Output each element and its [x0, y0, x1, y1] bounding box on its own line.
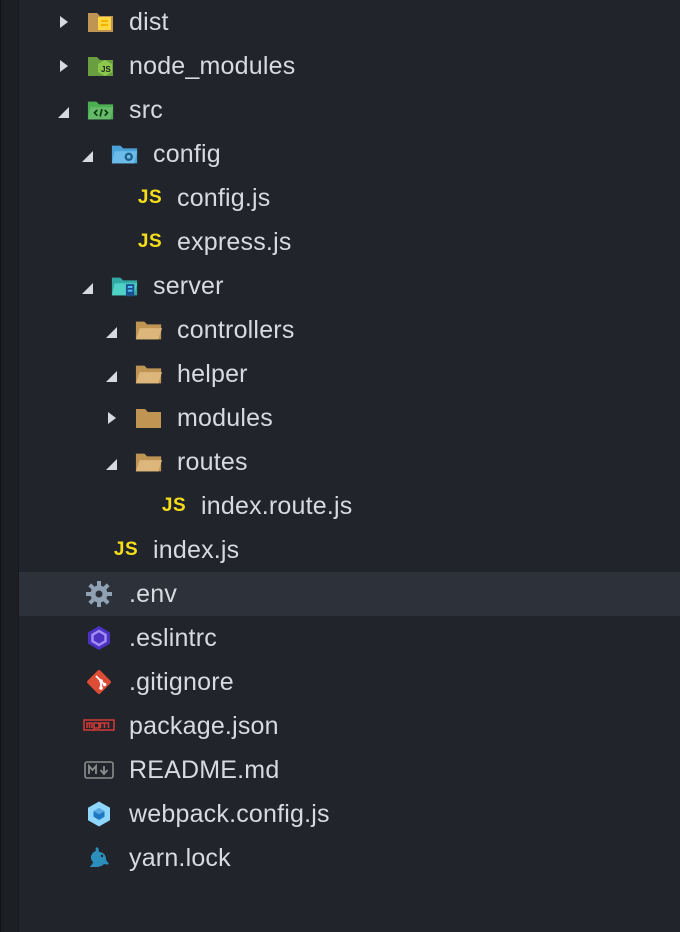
tree-item-label: config — [153, 140, 221, 168]
config-folder-icon — [111, 140, 139, 168]
server-folder-icon — [111, 272, 139, 300]
tree-item-express-js[interactable]: JS express.js — [19, 220, 680, 264]
markdown-icon — [83, 756, 115, 784]
tree-item-label: webpack.config.js — [129, 800, 330, 828]
tree-item-label: express.js — [177, 228, 292, 256]
tree-item-label: controllers — [177, 316, 295, 344]
tree-item-label: server — [153, 272, 224, 300]
tree-item-label: helper — [177, 360, 248, 388]
file-tree: dist JS node_modules src config JS confi… — [19, 0, 680, 880]
js-file-icon: JS — [137, 187, 163, 208]
npm-icon — [83, 712, 115, 740]
js-file-icon: JS — [161, 495, 187, 516]
tree-item-gitignore[interactable]: .gitignore — [19, 660, 680, 704]
folder-open-icon — [135, 316, 163, 344]
tree-item-label: .gitignore — [129, 668, 234, 696]
js-file-icon: JS — [113, 539, 139, 560]
collapse-arrow-icon[interactable] — [79, 264, 97, 308]
tree-item-env[interactable]: .env — [19, 572, 680, 616]
tree-item-label: node_modules — [129, 52, 296, 80]
tree-item-dist[interactable]: dist — [19, 0, 680, 44]
webpack-icon — [85, 800, 113, 828]
file-explorer: dist JS node_modules src config JS confi… — [0, 0, 680, 932]
activity-bar-edge — [1, 0, 19, 932]
tree-item-readme-md[interactable]: README.md — [19, 748, 680, 792]
tree-item-config-js[interactable]: JS config.js — [19, 176, 680, 220]
tree-item-label: package.json — [129, 712, 279, 740]
tree-item-label: modules — [177, 404, 273, 432]
tree-item-index-route-js[interactable]: JS index.route.js — [19, 484, 680, 528]
tree-item-controllers[interactable]: controllers — [19, 308, 680, 352]
tree-item-label: yarn.lock — [129, 844, 231, 872]
folder-icon — [135, 404, 163, 432]
yarn-icon — [85, 844, 113, 872]
collapse-arrow-icon[interactable] — [103, 308, 121, 352]
tree-item-label: .env — [129, 580, 178, 608]
tree-item-modules[interactable]: modules — [19, 396, 680, 440]
tree-item-node-modules[interactable]: JS node_modules — [19, 44, 680, 88]
tree-item-helper[interactable]: helper — [19, 352, 680, 396]
collapse-arrow-icon[interactable] — [79, 132, 97, 176]
tree-item-server[interactable]: server — [19, 264, 680, 308]
tree-item-label: dist — [129, 8, 169, 36]
tree-item-label: .eslintrc — [129, 624, 217, 652]
tree-item-label: index.js — [153, 536, 240, 564]
gear-icon — [85, 580, 113, 608]
folder-open-icon — [135, 448, 163, 476]
tree-item-config[interactable]: config — [19, 132, 680, 176]
collapse-arrow-icon[interactable] — [103, 352, 121, 396]
tree-item-label: config.js — [177, 184, 271, 212]
expand-arrow-icon[interactable] — [55, 0, 73, 44]
dist-folder-icon — [87, 8, 115, 36]
collapse-arrow-icon[interactable] — [55, 88, 73, 132]
expand-arrow-icon[interactable] — [55, 44, 73, 88]
tree-item-eslintrc[interactable]: .eslintrc — [19, 616, 680, 660]
tree-item-routes[interactable]: routes — [19, 440, 680, 484]
collapse-arrow-icon[interactable] — [103, 440, 121, 484]
tree-item-label: routes — [177, 448, 248, 476]
tree-item-label: index.route.js — [201, 492, 353, 520]
folder-open-icon — [135, 360, 163, 388]
js-file-icon: JS — [137, 231, 163, 252]
tree-item-label: README.md — [129, 756, 280, 784]
tree-item-webpack-config-js[interactable]: webpack.config.js — [19, 792, 680, 836]
tree-item-src[interactable]: src — [19, 88, 680, 132]
tree-item-label: src — [129, 96, 163, 124]
expand-arrow-icon[interactable] — [103, 396, 121, 440]
tree-item-package-json[interactable]: package.json — [19, 704, 680, 748]
node-modules-folder-icon: JS — [87, 52, 115, 80]
tree-item-yarn-lock[interactable]: yarn.lock — [19, 836, 680, 880]
eslint-icon — [85, 624, 113, 652]
src-folder-icon — [87, 96, 115, 124]
tree-item-index-js[interactable]: JS index.js — [19, 528, 680, 572]
git-icon — [85, 668, 113, 696]
svg-text:JS: JS — [101, 65, 111, 74]
